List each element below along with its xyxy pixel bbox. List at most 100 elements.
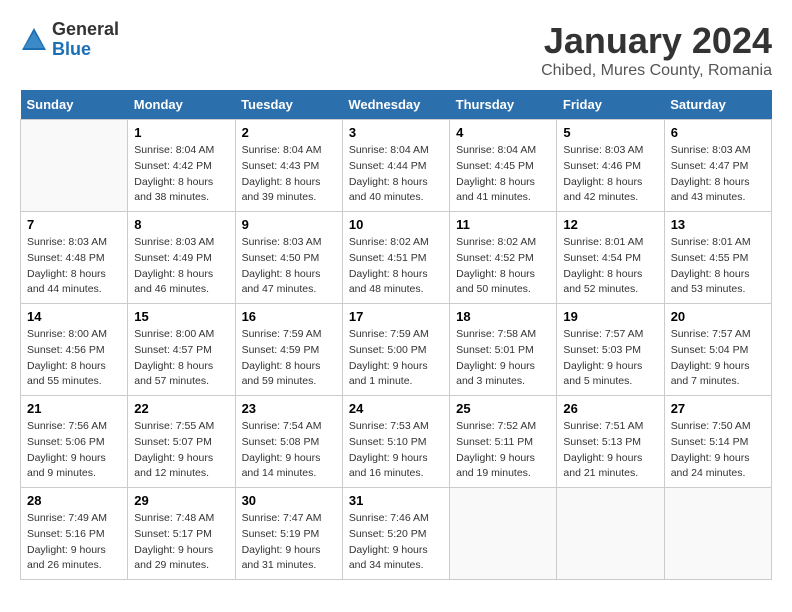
calendar-cell: 2Sunrise: 8:04 AMSunset: 4:43 PMDaylight… [235, 120, 342, 212]
calendar-cell: 20 Sunrise: 7:57 AMSunset: 5:04 PMDayligh… [664, 304, 771, 396]
calendar-cell: 9 Sunrise: 8:03 AMSunset: 4:50 PMDaylight… [235, 212, 342, 304]
calendar-cell: 11 Sunrise: 8:02 AMSunset: 4:52 PMDayligh… [450, 212, 557, 304]
day-number: 31 [349, 493, 443, 508]
calendar-cell [21, 120, 128, 212]
day-info: Sunrise: 7:48 AMSunset: 5:17 PMDaylight:… [134, 511, 228, 574]
day-number: 16 [242, 309, 336, 324]
weekday-header: Monday [128, 90, 235, 120]
day-number: 3 [349, 125, 443, 140]
day-info: Sunrise: 8:03 AMSunset: 4:49 PMDaylight:… [134, 235, 228, 298]
calendar-cell: 15 Sunrise: 8:00 AMSunset: 4:57 PMDayligh… [128, 304, 235, 396]
location-title: Chibed, Mures County, Romania [541, 62, 772, 80]
day-number: 1 [134, 125, 228, 140]
day-info: Sunrise: 8:00 AMSunset: 4:56 PMDaylight:… [27, 327, 121, 390]
calendar-cell: 22Sunrise: 7:55 AMSunset: 5:07 PMDayligh… [128, 396, 235, 488]
calendar-week-row: 28 Sunrise: 7:49 AMSunset: 5:16 PMDayligh… [21, 488, 772, 580]
calendar-week-row: 21 Sunrise: 7:56 AMSunset: 5:06 PMDayligh… [21, 396, 772, 488]
day-info: Sunrise: 8:03 AMSunset: 4:50 PMDaylight:… [242, 235, 336, 298]
day-info: Sunrise: 7:57 AMSunset: 5:04 PMDaylight:… [671, 327, 765, 390]
calendar-cell: 12 Sunrise: 8:01 AMSunset: 4:54 PMDayligh… [557, 212, 664, 304]
day-number: 6 [671, 125, 765, 140]
day-number: 25 [456, 401, 550, 416]
day-number: 21 [27, 401, 121, 416]
weekday-header: Sunday [21, 90, 128, 120]
calendar-cell: 31 Sunrise: 7:46 AMSunset: 5:20 PMDayligh… [342, 488, 449, 580]
title-block: January 2024 Chibed, Mures County, Roman… [541, 20, 772, 80]
calendar-week-row: 7Sunrise: 8:03 AMSunset: 4:48 PMDaylight… [21, 212, 772, 304]
weekday-header: Saturday [664, 90, 771, 120]
weekday-header: Friday [557, 90, 664, 120]
page-header: General Blue January 2024 Chibed, Mures … [20, 20, 772, 80]
day-number: 30 [242, 493, 336, 508]
calendar-cell: 30 Sunrise: 7:47 AMSunset: 5:19 PMDayligh… [235, 488, 342, 580]
day-info: Sunrise: 7:46 AMSunset: 5:20 PMDaylight:… [349, 511, 443, 574]
day-number: 24 [349, 401, 443, 416]
day-info: Sunrise: 7:47 AMSunset: 5:19 PMDaylight:… [242, 511, 336, 574]
calendar-cell: 21 Sunrise: 7:56 AMSunset: 5:06 PMDayligh… [21, 396, 128, 488]
calendar-cell [450, 488, 557, 580]
day-info: Sunrise: 7:56 AMSunset: 5:06 PMDaylight:… [27, 419, 121, 482]
calendar-cell: 17Sunrise: 7:59 AMSunset: 5:00 PMDayligh… [342, 304, 449, 396]
day-info: Sunrise: 8:03 AMSunset: 4:47 PMDaylight:… [671, 143, 765, 206]
day-info: Sunrise: 8:04 AMSunset: 4:43 PMDaylight:… [242, 143, 336, 206]
calendar-week-row: 1 Sunrise: 8:04 AMSunset: 4:42 PMDaylight… [21, 120, 772, 212]
day-number: 26 [563, 401, 657, 416]
day-number: 27 [671, 401, 765, 416]
calendar-cell: 5 Sunrise: 8:03 AMSunset: 4:46 PMDaylight… [557, 120, 664, 212]
day-info: Sunrise: 8:02 AMSunset: 4:51 PMDaylight:… [349, 235, 443, 298]
day-number: 4 [456, 125, 550, 140]
day-info: Sunrise: 8:01 AMSunset: 4:55 PMDaylight:… [671, 235, 765, 298]
day-info: Sunrise: 7:57 AMSunset: 5:03 PMDaylight:… [563, 327, 657, 390]
day-info: Sunrise: 7:54 AMSunset: 5:08 PMDaylight:… [242, 419, 336, 482]
day-number: 8 [134, 217, 228, 232]
day-number: 18 [456, 309, 550, 324]
weekday-header: Thursday [450, 90, 557, 120]
day-info: Sunrise: 8:04 AMSunset: 4:45 PMDaylight:… [456, 143, 550, 206]
calendar-cell: 28 Sunrise: 7:49 AMSunset: 5:16 PMDayligh… [21, 488, 128, 580]
calendar-cell: 8 Sunrise: 8:03 AMSunset: 4:49 PMDaylight… [128, 212, 235, 304]
calendar-cell: 25 Sunrise: 7:52 AMSunset: 5:11 PMDayligh… [450, 396, 557, 488]
day-info: Sunrise: 7:53 AMSunset: 5:10 PMDaylight:… [349, 419, 443, 482]
day-info: Sunrise: 7:50 AMSunset: 5:14 PMDaylight:… [671, 419, 765, 482]
day-info: Sunrise: 8:03 AMSunset: 4:46 PMDaylight:… [563, 143, 657, 206]
day-info: Sunrise: 7:52 AMSunset: 5:11 PMDaylight:… [456, 419, 550, 482]
day-number: 15 [134, 309, 228, 324]
day-info: Sunrise: 7:49 AMSunset: 5:16 PMDaylight:… [27, 511, 121, 574]
calendar-cell [557, 488, 664, 580]
logo-blue-text: Blue [52, 40, 119, 60]
calendar-cell: 29Sunrise: 7:48 AMSunset: 5:17 PMDayligh… [128, 488, 235, 580]
calendar-cell: 26Sunrise: 7:51 AMSunset: 5:13 PMDayligh… [557, 396, 664, 488]
day-number: 13 [671, 217, 765, 232]
weekday-header: Tuesday [235, 90, 342, 120]
calendar-cell: 23Sunrise: 7:54 AMSunset: 5:08 PMDayligh… [235, 396, 342, 488]
day-number: 9 [242, 217, 336, 232]
calendar-cell: 6 Sunrise: 8:03 AMSunset: 4:47 PMDaylight… [664, 120, 771, 212]
calendar-cell: 19Sunrise: 7:57 AMSunset: 5:03 PMDayligh… [557, 304, 664, 396]
day-number: 28 [27, 493, 121, 508]
calendar-cell: 16Sunrise: 7:59 AMSunset: 4:59 PMDayligh… [235, 304, 342, 396]
day-info: Sunrise: 8:00 AMSunset: 4:57 PMDaylight:… [134, 327, 228, 390]
day-info: Sunrise: 8:02 AMSunset: 4:52 PMDaylight:… [456, 235, 550, 298]
calendar-cell: 13 Sunrise: 8:01 AMSunset: 4:55 PMDayligh… [664, 212, 771, 304]
day-number: 12 [563, 217, 657, 232]
day-info: Sunrise: 8:01 AMSunset: 4:54 PMDaylight:… [563, 235, 657, 298]
weekday-header-row: SundayMondayTuesdayWednesdayThursdayFrid… [21, 90, 772, 120]
day-info: Sunrise: 8:04 AMSunset: 4:44 PMDaylight:… [349, 143, 443, 206]
calendar-week-row: 14Sunrise: 8:00 AMSunset: 4:56 PMDayligh… [21, 304, 772, 396]
day-number: 10 [349, 217, 443, 232]
calendar-cell: 4 Sunrise: 8:04 AMSunset: 4:45 PMDaylight… [450, 120, 557, 212]
day-number: 20 [671, 309, 765, 324]
calendar-cell: 1 Sunrise: 8:04 AMSunset: 4:42 PMDaylight… [128, 120, 235, 212]
weekday-header: Wednesday [342, 90, 449, 120]
calendar-cell: 7Sunrise: 8:03 AMSunset: 4:48 PMDaylight… [21, 212, 128, 304]
calendar-cell: 24 Sunrise: 7:53 AMSunset: 5:10 PMDayligh… [342, 396, 449, 488]
day-info: Sunrise: 7:55 AMSunset: 5:07 PMDaylight:… [134, 419, 228, 482]
day-info: Sunrise: 8:04 AMSunset: 4:42 PMDaylight:… [134, 143, 228, 206]
calendar-cell: 18Sunrise: 7:58 AMSunset: 5:01 PMDayligh… [450, 304, 557, 396]
calendar-table: SundayMondayTuesdayWednesdayThursdayFrid… [20, 90, 772, 580]
day-number: 11 [456, 217, 550, 232]
day-number: 7 [27, 217, 121, 232]
month-title: January 2024 [541, 20, 772, 62]
day-number: 5 [563, 125, 657, 140]
day-info: Sunrise: 7:59 AMSunset: 5:00 PMDaylight:… [349, 327, 443, 390]
